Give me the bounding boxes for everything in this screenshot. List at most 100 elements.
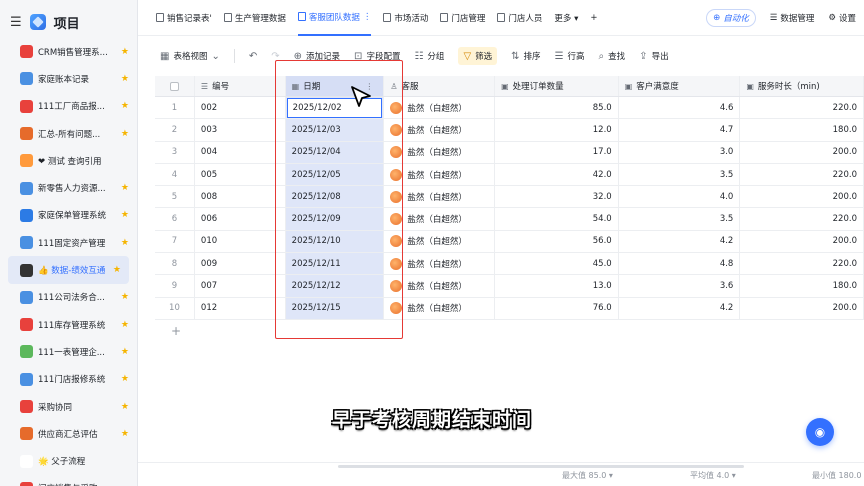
table-row[interactable]: 5 008 2025/12/08 盐然（白超然） 32.0 4.0 200.0: [155, 186, 864, 209]
cell-agent[interactable]: 盐然（白超然）: [384, 186, 496, 208]
field-config-button[interactable]: ⊡ 字段配置: [354, 50, 400, 63]
table-tab[interactable]: 生产管理数据: [223, 0, 286, 36]
export-button[interactable]: ⇪ 导出: [639, 50, 668, 63]
table-row[interactable]: 2 003 2025/12/03 盐然（白超然） 12.0 4.7 180.0: [155, 119, 864, 142]
cell-satisfaction[interactable]: 3.5: [619, 208, 741, 230]
table-tab[interactable]: 更多 ▾: [554, 0, 578, 36]
table-row[interactable]: 6 006 2025/12/09 盐然（白超然） 54.0 3.5 220.0: [155, 208, 864, 231]
cell-duration[interactable]: 200.0: [740, 230, 864, 253]
row-height-button[interactable]: ☰ 行高: [555, 50, 585, 63]
select-all-checkbox[interactable]: [169, 81, 179, 91]
table-row[interactable]: 4 005 2025/12/05 盐然（白超然） 42.0 3.5 220.0: [155, 163, 864, 187]
cell-number[interactable]: 008: [195, 186, 286, 208]
table-tab[interactable]: 门店管理: [440, 0, 485, 36]
cell-number[interactable]: 006: [195, 208, 286, 230]
star-icon[interactable]: ★: [113, 265, 121, 275]
data-manage-button[interactable]: ☰ 数据管理: [770, 12, 815, 24]
sidebar-item[interactable]: ❤ 测试 查询引用: [0, 147, 137, 174]
settings-button[interactable]: ⚙ 设置: [828, 12, 856, 24]
sidebar-item[interactable]: 门店销售与采购...: [0, 475, 137, 486]
table-tab[interactable]: 市场活动: [383, 0, 428, 36]
cell-agent[interactable]: 盐然（白超然）: [384, 141, 496, 163]
cell-date[interactable]: 2025/12/11: [285, 253, 385, 275]
menu-icon[interactable]: ☰: [10, 15, 22, 30]
sidebar-item[interactable]: 111一表管理企... ★: [0, 338, 137, 365]
sidebar-item[interactable]: 111工厂商品报... ★: [0, 93, 137, 120]
automation-button[interactable]: ⊕ 自动化: [706, 9, 756, 27]
table-row[interactable]: 8 009 2025/12/11 盐然（白超然） 45.0 4.8 220.0: [155, 253, 864, 276]
tab-more-icon[interactable]: ⋮: [363, 12, 372, 22]
cell-number[interactable]: 003: [195, 119, 286, 141]
cell-satisfaction[interactable]: 3.5: [619, 163, 741, 186]
undo-button[interactable]: ↶: [249, 51, 257, 62]
table-tab[interactable]: 客服团队数据 ⋮: [297, 0, 372, 36]
sidebar-item[interactable]: 汇总-所有问题... ★: [0, 120, 137, 147]
column-header-number[interactable]: ☰ 编号: [195, 76, 286, 96]
cell-orders[interactable]: 42.0: [495, 163, 619, 186]
cell-date[interactable]: 2025/12/08: [285, 186, 385, 208]
star-icon[interactable]: ★: [121, 347, 129, 357]
table-tab[interactable]: 门店人员: [497, 0, 542, 36]
cell-date[interactable]: 2025/12/10: [285, 230, 385, 253]
cell-date[interactable]: 2025/12/15: [285, 297, 385, 319]
cell-number[interactable]: 007: [195, 275, 286, 297]
column-header-duration[interactable]: ▣ 服务时长（min): [740, 76, 864, 96]
cell-orders[interactable]: 54.0: [495, 208, 619, 230]
star-icon[interactable]: ★: [121, 74, 129, 84]
sidebar-item[interactable]: 111固定资产管理 ★: [0, 229, 137, 256]
cell-satisfaction[interactable]: 4.8: [619, 253, 741, 275]
table-row[interactable]: 9 007 2025/12/12 盐然（白超然） 13.0 3.6 180.0: [155, 275, 864, 298]
cell-satisfaction[interactable]: 3.6: [619, 275, 741, 297]
sort-button[interactable]: ⇅ 排序: [511, 50, 540, 63]
cell-date[interactable]: 2025/12/05: [285, 163, 385, 186]
column-header-agent[interactable]: ♙ 客服: [384, 76, 496, 96]
cell-number[interactable]: 010: [195, 230, 286, 253]
cell-agent[interactable]: 盐然（白超然）: [384, 253, 496, 275]
cell-satisfaction[interactable]: 4.2: [619, 297, 741, 319]
cell-date[interactable]: 2025/12/03: [285, 119, 385, 141]
view-switcher[interactable]: ▦ 表格视图 ⌄: [160, 50, 220, 63]
cell-agent[interactable]: 盐然（白超然）: [384, 230, 496, 253]
cell-agent[interactable]: 盐然（白超然）: [384, 208, 496, 230]
table-tab[interactable]: 销售记录表': [156, 0, 212, 36]
cell-duration[interactable]: 180.0: [740, 275, 864, 297]
cell-orders[interactable]: 85.0: [495, 97, 619, 119]
star-icon[interactable]: ★: [121, 238, 129, 248]
satisfaction-avg-stat[interactable]: 平均值 4.0 ▾: [690, 470, 736, 481]
cell-agent[interactable]: 盐然（白超然）: [384, 163, 496, 186]
cell-agent[interactable]: 盐然（白超然）: [384, 119, 496, 141]
cell-number[interactable]: 002: [195, 97, 286, 119]
cell-orders[interactable]: 32.0: [495, 186, 619, 208]
cell-date[interactable]: 2025/12/04: [285, 141, 385, 163]
sidebar-item[interactable]: CRM销售管理系... ★: [0, 38, 137, 65]
cell-number[interactable]: 005: [195, 163, 286, 186]
cell-satisfaction[interactable]: 4.7: [619, 119, 741, 141]
star-icon[interactable]: ★: [121, 374, 129, 384]
cell-orders[interactable]: 45.0: [495, 253, 619, 275]
column-header-satisfaction[interactable]: ▣ 客户满意度: [619, 76, 741, 96]
cell-orders[interactable]: 12.0: [495, 119, 619, 141]
cell-duration[interactable]: 220.0: [740, 253, 864, 275]
star-icon[interactable]: ★: [121, 183, 129, 193]
star-icon[interactable]: ★: [121, 320, 129, 330]
cell-date[interactable]: 2025/12/09: [285, 208, 385, 230]
column-header-orders[interactable]: ▣ 处理订单数量: [495, 76, 619, 96]
cell-duration[interactable]: 220.0: [740, 208, 864, 230]
table-row[interactable]: 10 012 2025/12/15 盐然（白超然） 76.0 4.2 200.0: [155, 297, 864, 320]
cell-agent[interactable]: 盐然（白超然）: [384, 275, 496, 297]
cell-duration[interactable]: 200.0: [740, 141, 864, 163]
cell-date[interactable]: 2025/12/12: [285, 275, 385, 297]
search-button[interactable]: ⌕ 查找: [599, 50, 626, 63]
cell-agent[interactable]: 盐然（白超然）: [384, 297, 496, 319]
cell-satisfaction[interactable]: 4.2: [619, 230, 741, 253]
sidebar-item[interactable]: 111库存管理系统 ★: [0, 311, 137, 338]
help-button[interactable]: ◉: [806, 418, 834, 446]
duration-min-stat[interactable]: 最小值 180.0 ▾: [812, 470, 864, 481]
sidebar-item[interactable]: 家庭账本记录 ★: [0, 65, 137, 92]
table-row[interactable]: 1 002 2025/12/02 盐然（白超然） 85.0 4.6 220.0: [155, 97, 864, 120]
add-row-button[interactable]: +: [155, 320, 864, 342]
cell-orders[interactable]: 56.0: [495, 230, 619, 253]
star-icon[interactable]: ★: [121, 210, 129, 220]
cell-number[interactable]: 009: [195, 253, 286, 275]
star-icon[interactable]: ★: [121, 101, 129, 111]
